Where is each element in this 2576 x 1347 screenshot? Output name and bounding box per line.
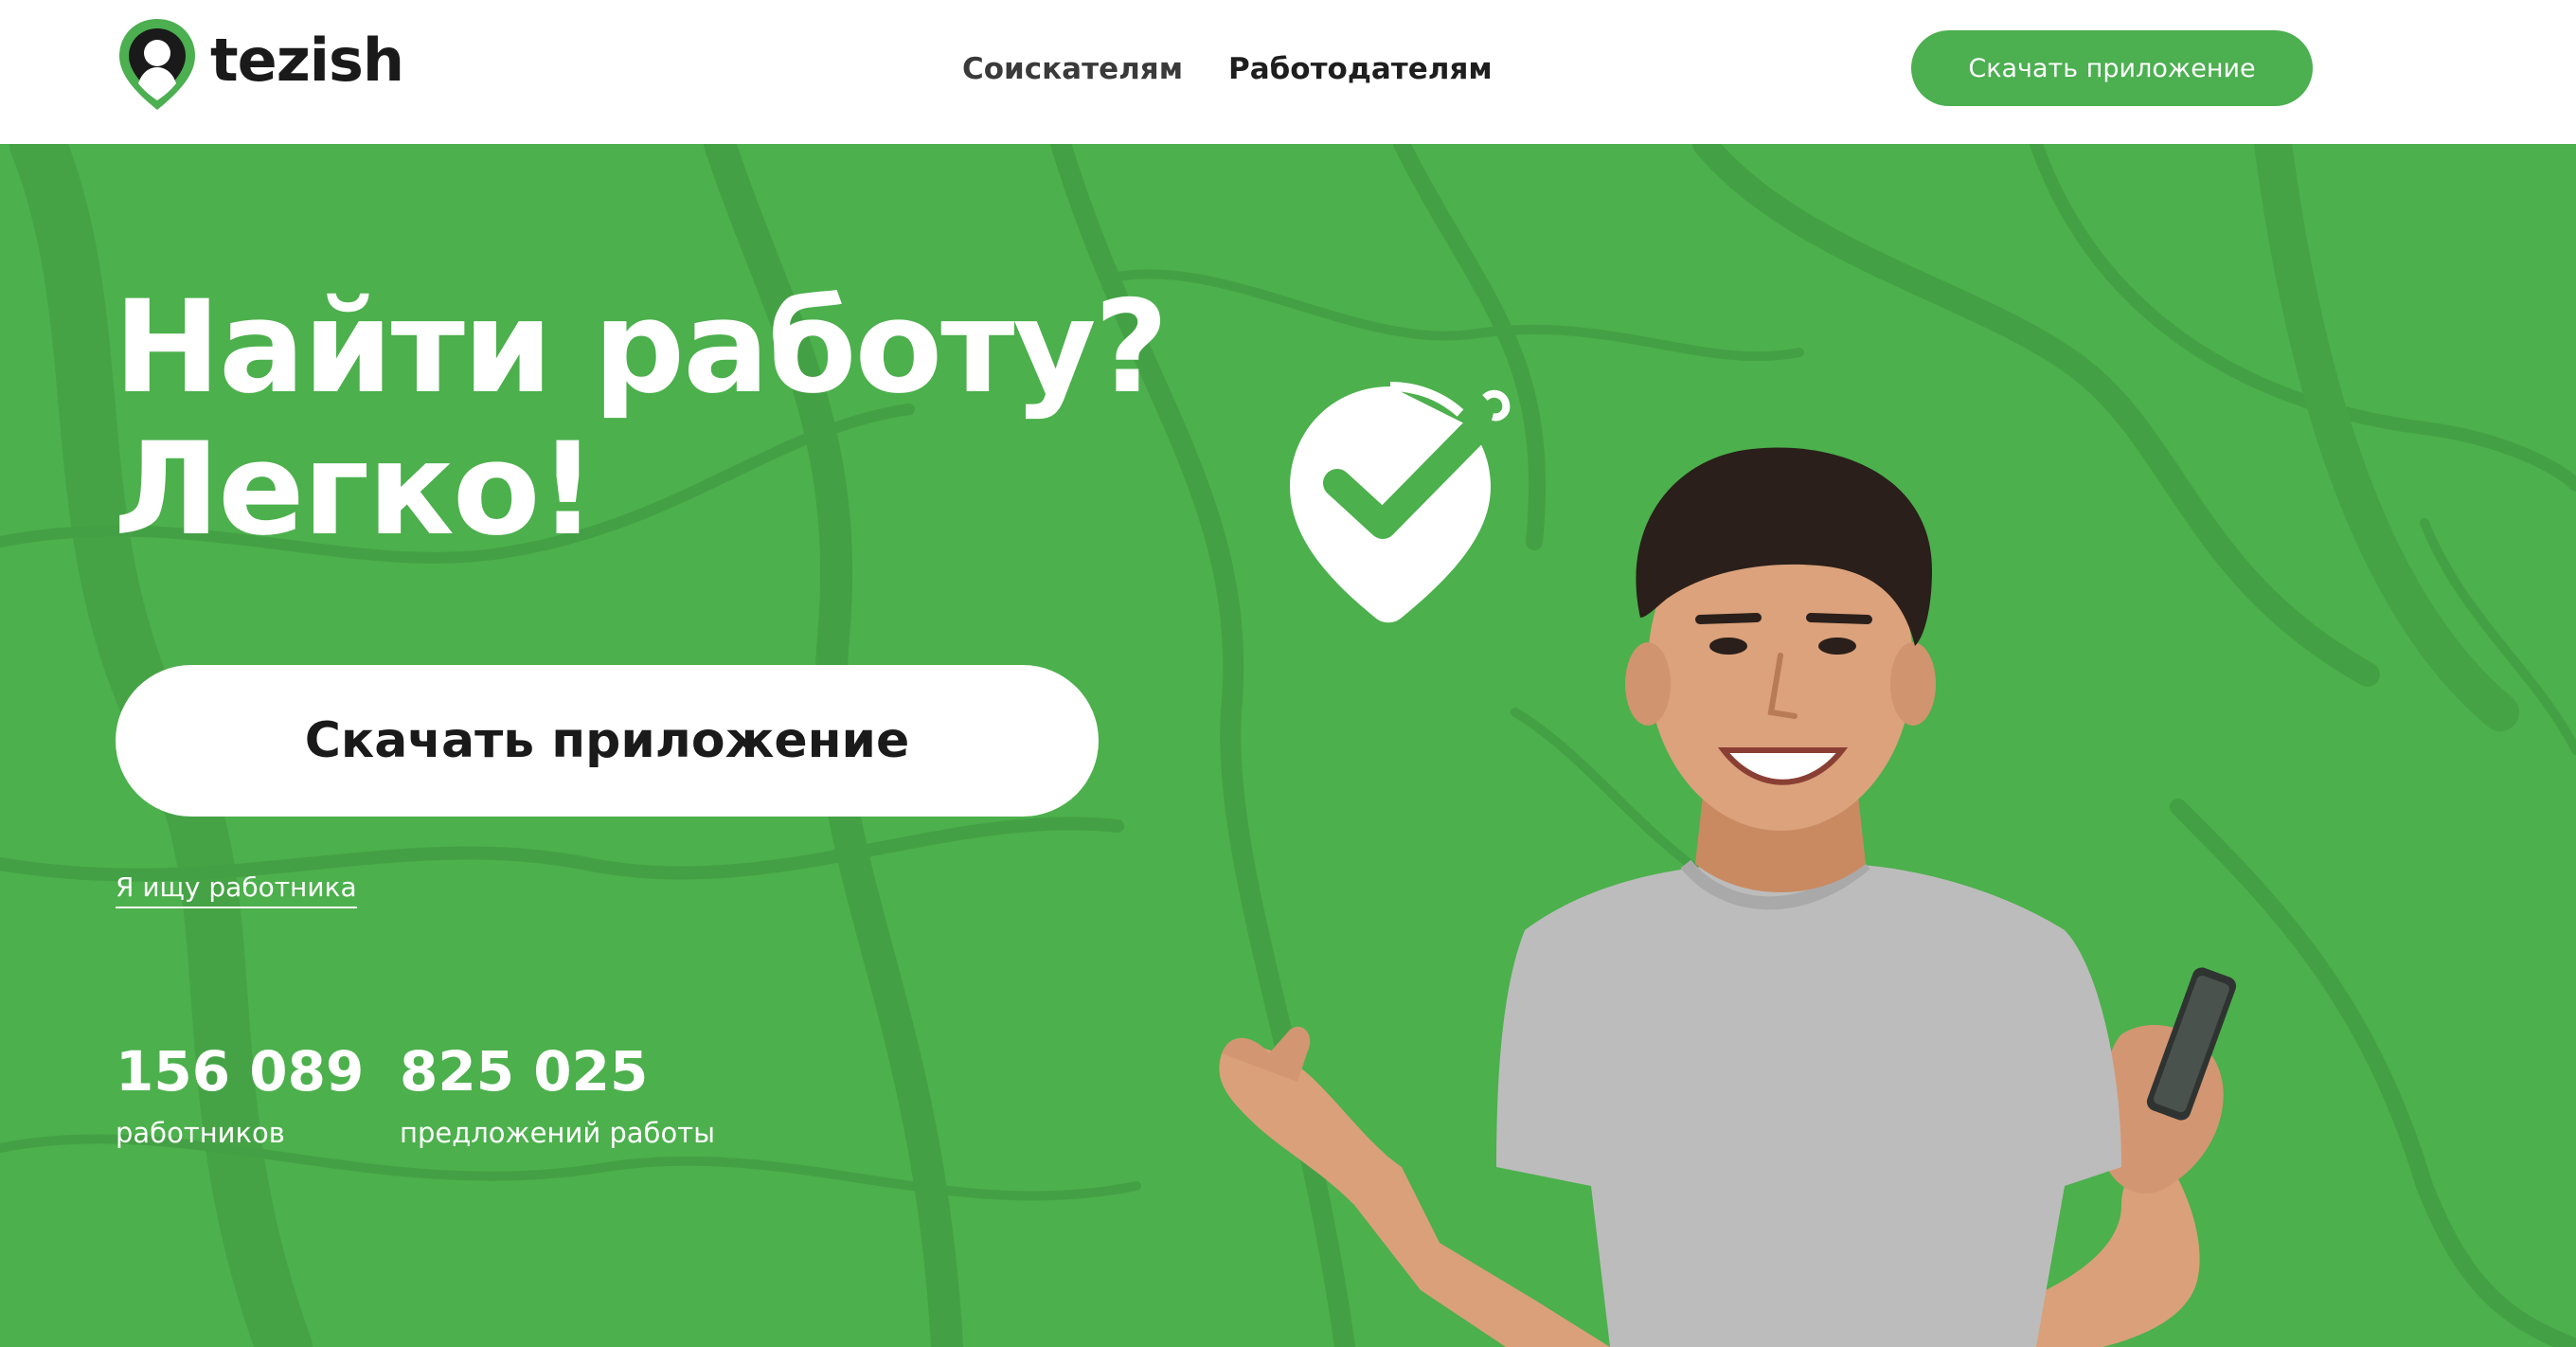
hero-title: Найти работу? Легко! <box>114 277 1250 561</box>
employer-link[interactable]: Я ищу работника <box>116 871 357 908</box>
stat-workers-value: 156 089 <box>116 1039 365 1104</box>
stat-job-offers: 825 025 предложений работы <box>400 1044 715 1147</box>
hero-title-line-1: Найти работу? <box>114 273 1169 422</box>
logo[interactable]: tezish <box>116 15 404 114</box>
smiling-man-illustration <box>1219 447 2237 1347</box>
stat-job-offers-value: 825 025 <box>400 1039 649 1104</box>
stat-job-offers-label: предложений работы <box>400 1117 715 1149</box>
tezish-logo-icon <box>119 19 195 110</box>
header-download-button[interactable]: Скачать приложение <box>1911 30 2313 106</box>
site-header: tezish Соискателям Работодателям Скачать… <box>0 0 2576 144</box>
nav-employers[interactable]: Работодателям <box>1228 45 1493 93</box>
stat-workers: 156 089 работников <box>116 1044 364 1147</box>
hero-section: Найти работу? Легко! Скачать приложение … <box>0 144 2576 1347</box>
hero-title-line-2: Легко! <box>114 415 597 564</box>
hero-download-button[interactable]: Скачать приложение <box>116 665 1099 817</box>
logo-text: tezish <box>210 26 404 95</box>
nav-jobseekers[interactable]: Соискателям <box>962 45 1183 93</box>
stat-workers-label: работников <box>116 1117 285 1149</box>
